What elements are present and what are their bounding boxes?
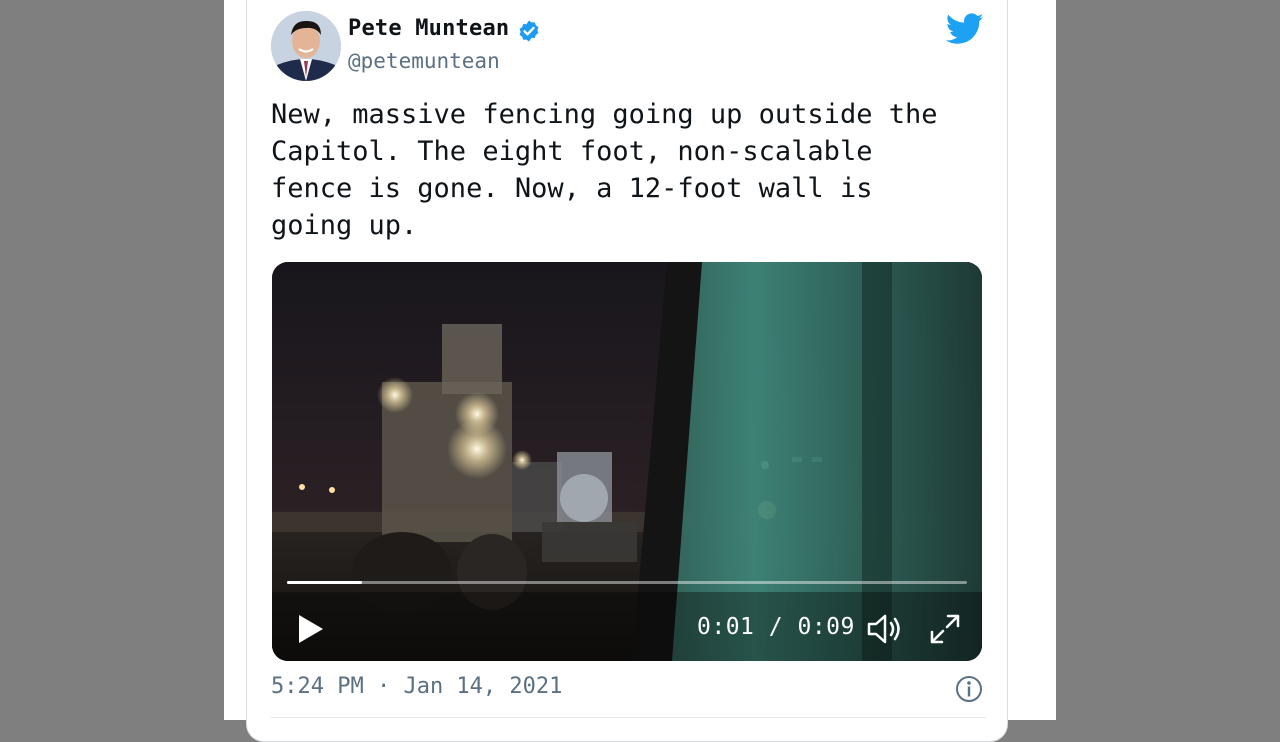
divider bbox=[271, 717, 986, 718]
play-icon[interactable] bbox=[296, 612, 326, 646]
avatar-image bbox=[271, 11, 341, 81]
video-player[interactable]: 0:01 / 0:09 bbox=[272, 262, 982, 661]
video-time: 0:01 / 0:09 bbox=[697, 614, 855, 640]
tweet-timestamp[interactable]: 5:24 PM · Jan 14, 2021 bbox=[271, 674, 562, 699]
volume-icon[interactable] bbox=[866, 612, 904, 646]
author-avatar[interactable] bbox=[271, 11, 341, 81]
info-icon[interactable] bbox=[954, 674, 984, 704]
video-progress-fill bbox=[287, 581, 362, 584]
fullscreen-icon[interactable] bbox=[928, 612, 962, 646]
author-handle[interactable]: @petemuntean bbox=[348, 49, 500, 73]
video-duration: 0:09 bbox=[797, 614, 855, 640]
video-time-separator: / bbox=[768, 614, 784, 640]
video-frame bbox=[272, 262, 982, 661]
twitter-bird-icon[interactable] bbox=[946, 13, 984, 45]
author-name[interactable]: Pete Muntean bbox=[348, 16, 509, 41]
video-current-time: 0:01 bbox=[697, 614, 755, 640]
video-progress-bar[interactable] bbox=[287, 581, 967, 584]
tweet-text: New, massive fencing going up outside th… bbox=[271, 99, 938, 241]
verified-badge-icon bbox=[519, 20, 539, 42]
